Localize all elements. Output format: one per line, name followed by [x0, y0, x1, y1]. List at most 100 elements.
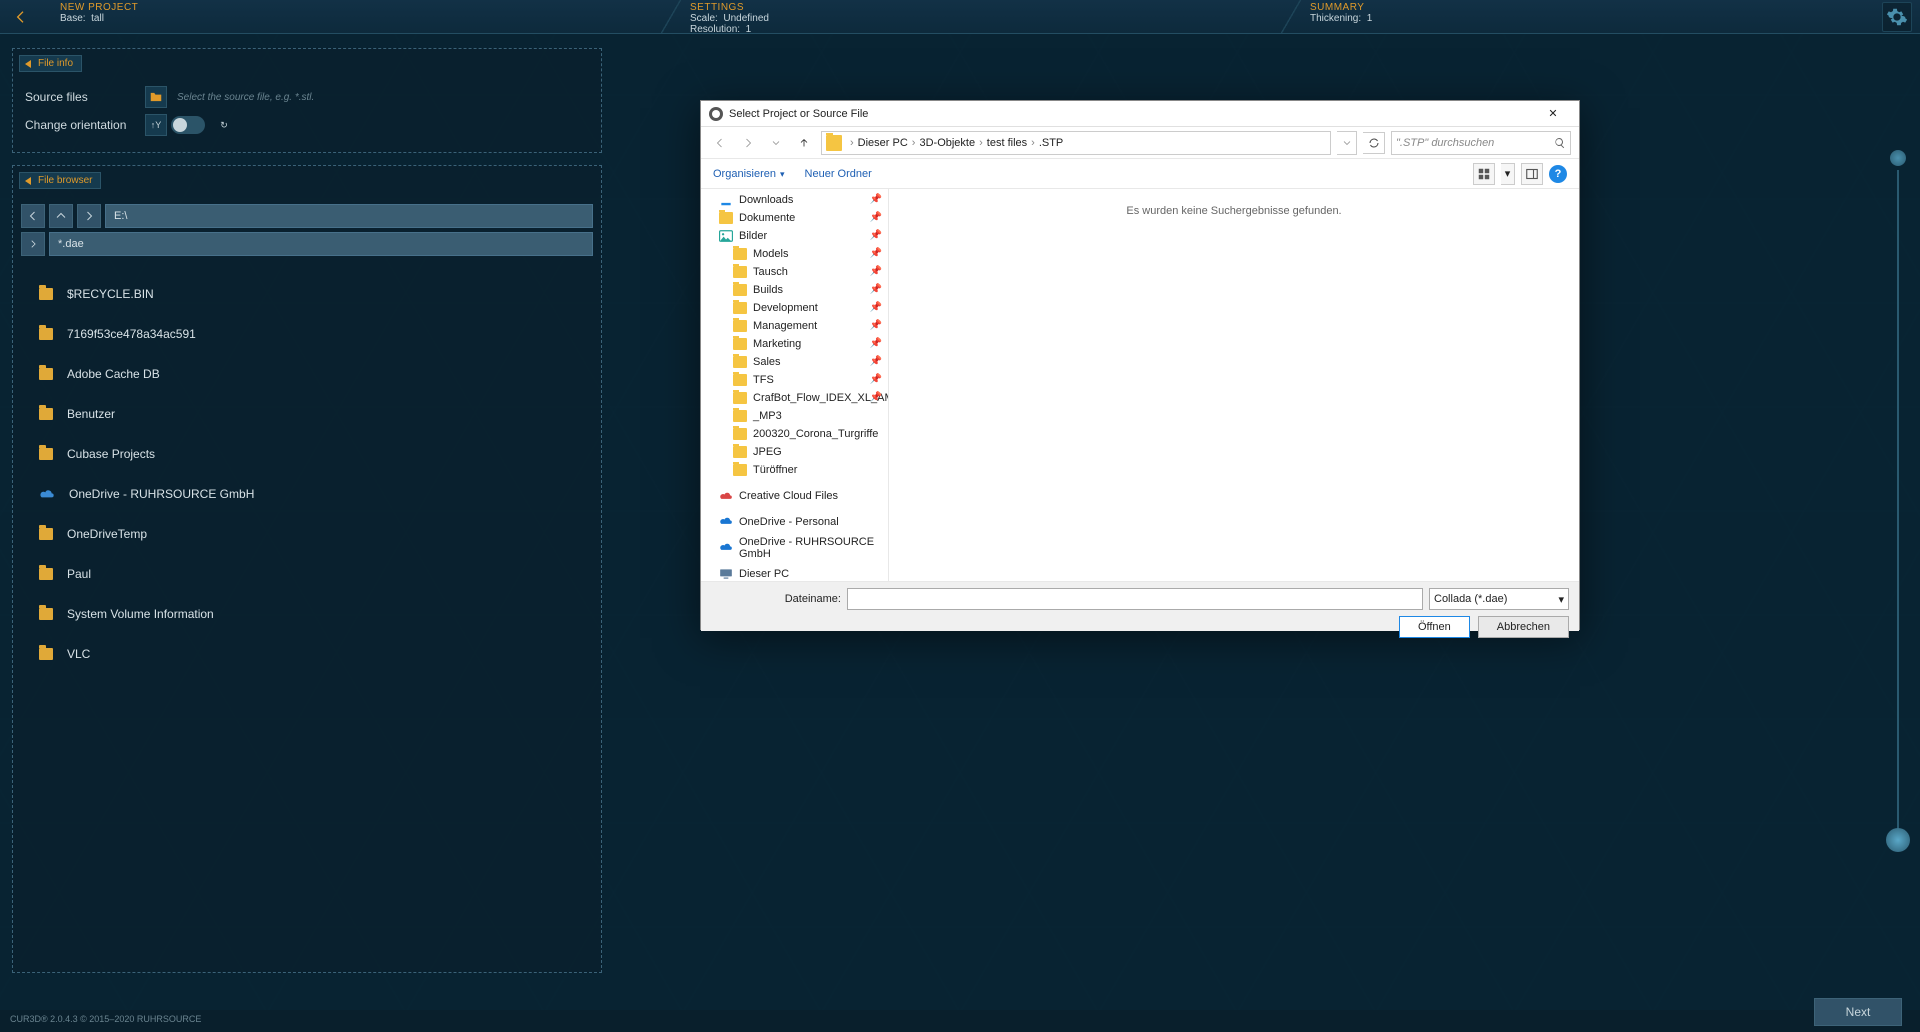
- fold-icon: [733, 392, 747, 404]
- list-item-label: 7169f53ce478a34ac591: [67, 327, 196, 341]
- list-item-label: OneDriveTemp: [67, 527, 147, 541]
- next-button[interactable]: Next: [1814, 998, 1902, 1026]
- sidebar-item[interactable]: Builds📌: [701, 281, 888, 299]
- browser-filter-row: *.dae: [21, 232, 593, 256]
- file-browser-header[interactable]: File browser: [19, 172, 101, 189]
- preview-pane-button[interactable]: [1521, 163, 1543, 185]
- sidebar-item[interactable]: TFS📌: [701, 371, 888, 389]
- file-info-header[interactable]: File info: [19, 55, 82, 72]
- nav-back-button[interactable]: [21, 204, 45, 228]
- breadcrumb-segment[interactable]: Dieser PC: [858, 137, 908, 149]
- pin-icon: 📌: [870, 248, 882, 259]
- browser-file-list: $RECYCLE.BIN 7169f53ce478a34ac591 Adobe Ca…: [21, 270, 593, 678]
- filter-input[interactable]: *.dae: [49, 232, 593, 256]
- sidebar-item[interactable]: Sales📌: [701, 353, 888, 371]
- list-item[interactable]: $RECYCLE.BIN: [25, 274, 589, 314]
- sidebar-item[interactable]: Dieser PC: [701, 565, 888, 581]
- sidebar-item[interactable]: 200320_Corona_Turgriffe: [701, 425, 888, 443]
- list-item[interactable]: System Volume Information: [25, 594, 589, 634]
- dialog-nav-recent[interactable]: [765, 132, 787, 154]
- open-button[interactable]: Öffnen: [1399, 616, 1470, 638]
- sidebar-item[interactable]: Dokumente📌: [701, 209, 888, 227]
- sidebar-item[interactable]: OneDrive - RUHRSOURCE GmbH: [701, 539, 888, 557]
- dialog-nav-forward[interactable]: [737, 132, 759, 154]
- sidebar-item[interactable]: OneDrive - Personal: [701, 513, 888, 531]
- rail-handle-bottom[interactable]: [1886, 828, 1910, 852]
- orientation-label: Change orientation: [25, 118, 145, 132]
- filter-expand-button[interactable]: [21, 232, 45, 256]
- sidebar-item-label: Downloads: [739, 194, 793, 206]
- folder-icon: [39, 568, 53, 580]
- chevron-right-icon: ›: [979, 137, 983, 149]
- list-item[interactable]: Adobe Cache DB: [25, 354, 589, 394]
- sidebar-item-label: _MP3: [753, 410, 782, 422]
- dialog-nav-up[interactable]: [793, 132, 815, 154]
- filetype-select[interactable]: Collada (*.dae)▾: [1429, 588, 1569, 610]
- fold-icon: [733, 464, 747, 476]
- breadcrumb-segment[interactable]: .STP: [1039, 137, 1063, 149]
- list-item[interactable]: VLC: [25, 634, 589, 674]
- sidebar-item-label: Türöffner: [753, 464, 797, 476]
- sidebar-item[interactable]: _MP3: [701, 407, 888, 425]
- browse-source-button[interactable]: [145, 86, 167, 108]
- list-item[interactable]: Paul: [25, 554, 589, 594]
- orientation-toggle[interactable]: [171, 116, 205, 134]
- orientation-refresh-icon[interactable]: ↻: [213, 114, 235, 136]
- dialog-breadcrumb[interactable]: ›Dieser PC›3D-Objekte›test files›.STP: [821, 131, 1331, 155]
- sidebar-item[interactable]: Models📌: [701, 245, 888, 263]
- source-files-row: Source files Select the source file, e.g…: [25, 83, 589, 111]
- sidebar-item[interactable]: Bilder📌: [701, 227, 888, 245]
- list-item[interactable]: 7169f53ce478a34ac591: [25, 314, 589, 354]
- path-input[interactable]: E:\: [105, 204, 593, 228]
- fold-icon: [733, 428, 747, 440]
- top-segment-settings: SETTINGS Scale: Undefined Resolution: 1: [680, 0, 1200, 34]
- sidebar-item[interactable]: Creative Cloud Files: [701, 487, 888, 505]
- sidebar-item[interactable]: CrafBot_Flow_IDEX_XL_AME📌: [701, 389, 888, 407]
- nav-up-button[interactable]: [49, 204, 73, 228]
- breadcrumb-segment[interactable]: test files: [987, 137, 1027, 149]
- dialog-search-input[interactable]: ".STP" durchsuchen: [1391, 131, 1571, 155]
- back-button[interactable]: [8, 4, 34, 30]
- help-button[interactable]: ?: [1549, 165, 1567, 183]
- axis-button[interactable]: ↑Y: [145, 114, 167, 136]
- rail-handle-top[interactable]: [1890, 150, 1906, 166]
- sidebar-item[interactable]: Downloads📌: [701, 191, 888, 209]
- dialog-breadcrumb-dropdown[interactable]: [1337, 131, 1357, 155]
- settings-gear-button[interactable]: [1882, 2, 1912, 32]
- sidebar-item[interactable]: Management📌: [701, 317, 888, 335]
- sidebar-item[interactable]: Tausch📌: [701, 263, 888, 281]
- fold-icon: [733, 338, 747, 350]
- left-column: File info Source files Select the source…: [12, 48, 602, 985]
- sidebar-item-label: Dokumente: [739, 212, 795, 224]
- dialog-close-button[interactable]: ✕: [1535, 102, 1571, 126]
- nav-forward-button[interactable]: [77, 204, 101, 228]
- filename-input[interactable]: [847, 588, 1423, 610]
- new-folder-button[interactable]: Neuer Ordner: [805, 168, 872, 180]
- view-mode-dropdown[interactable]: ▾: [1501, 163, 1515, 185]
- list-item[interactable]: Benutzer: [25, 394, 589, 434]
- sidebar-item[interactable]: Türöffner: [701, 461, 888, 479]
- sidebar-item-label: Marketing: [753, 338, 801, 350]
- dialog-refresh-button[interactable]: [1363, 132, 1385, 154]
- sidebar-item[interactable]: JPEG: [701, 443, 888, 461]
- footer-bar: CUR3D® 2.0.4.3 © 2015–2020 RUHRSOURCE: [0, 1010, 1920, 1032]
- breadcrumb-segment[interactable]: 3D-Objekte: [919, 137, 975, 149]
- sidebar-item[interactable]: Marketing📌: [701, 335, 888, 353]
- dialog-nav-back[interactable]: [709, 132, 731, 154]
- sidebar-item-label: Sales: [753, 356, 781, 368]
- sidebar-item[interactable]: Development📌: [701, 299, 888, 317]
- list-item[interactable]: OneDrive - RUHRSOURCE GmbH: [25, 474, 589, 514]
- dialog-sidebar[interactable]: Downloads📌Dokumente📌Bilder📌Models📌Tausch…: [701, 189, 889, 581]
- ccloud-icon: [719, 490, 733, 502]
- view-mode-button[interactable]: [1473, 163, 1495, 185]
- list-item[interactable]: OneDriveTemp: [25, 514, 589, 554]
- list-item[interactable]: Cubase Projects: [25, 434, 589, 474]
- list-item-label: Cubase Projects: [67, 447, 155, 461]
- top-divider: [1280, 0, 1302, 33]
- organize-menu[interactable]: Organisieren: [713, 168, 785, 180]
- sidebar-item-label: OneDrive - RUHRSOURCE GmbH: [739, 536, 888, 560]
- summary-title: SUMMARY: [1310, 2, 1790, 13]
- cancel-button[interactable]: Abbrechen: [1478, 616, 1569, 638]
- sidebar-item-label: TFS: [753, 374, 774, 386]
- top-segment-summary: SUMMARY Thickening: 1: [1300, 0, 1800, 34]
